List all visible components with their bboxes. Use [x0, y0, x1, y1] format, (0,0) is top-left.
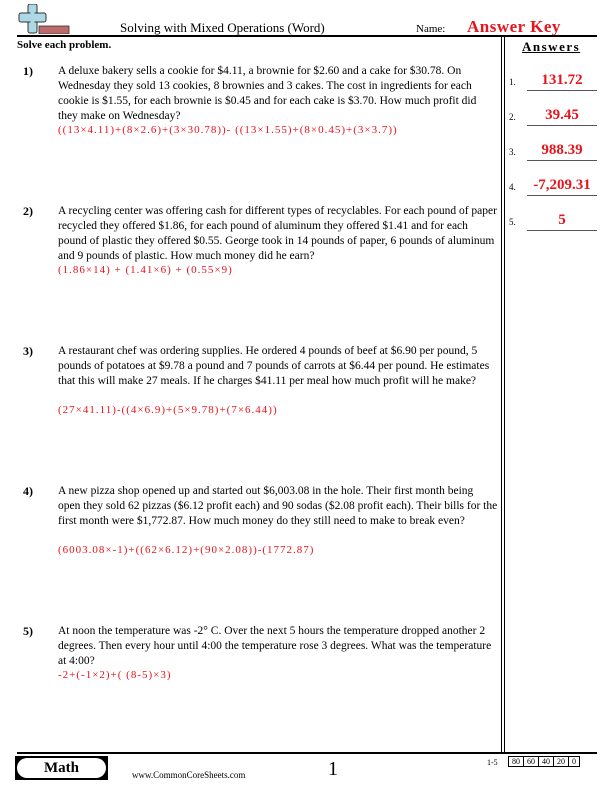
answer-number: 4. — [509, 182, 516, 192]
score-table: 80 60 40 20 0 — [508, 756, 580, 767]
problem-work: (27×41.11)-((4×6.9)+(5×9.78)+(7×6.44)) — [58, 404, 278, 416]
answers-heading: Answers — [522, 39, 581, 54]
answer-line — [527, 124, 597, 126]
answer-row: 4. -7,209.31 — [509, 174, 597, 196]
answer-number: 1. — [509, 77, 516, 87]
subject-label: Math — [17, 758, 106, 778]
footer-divider — [17, 752, 597, 754]
answer-row: 2. 39.45 — [509, 104, 597, 126]
problem-text: A new pizza shop opened up and started o… — [58, 485, 498, 527]
plus-logo-icon — [18, 4, 70, 34]
answer-number: 5. — [509, 217, 516, 227]
subject-badge: Math — [15, 756, 108, 780]
answer-line — [527, 229, 597, 231]
answer-row: 3. 988.39 — [509, 139, 597, 161]
answer-value: 5 — [558, 212, 566, 228]
website-link[interactable]: www.CommonCoreSheets.com — [132, 770, 245, 780]
score-range: 1-5 — [487, 758, 498, 767]
problem-text: A recycling center was offering cash for… — [58, 205, 497, 262]
problem-text: At noon the temperature was -2° C. Over … — [58, 625, 492, 667]
answer-line — [527, 159, 597, 161]
answer-number: 3. — [509, 147, 516, 157]
problem-work: (6003.08×-1)+((62×6.12)+(90×2.08))-(1772… — [58, 544, 315, 556]
answer-row: 5. 5 — [509, 209, 597, 231]
answer-value: 131.72 — [541, 72, 583, 88]
problem-work: -2+(-1×2)+( (8-5)×3) — [58, 669, 172, 681]
name-label: Name: — [416, 23, 446, 35]
answer-line — [527, 194, 597, 196]
answer-value: 39.45 — [545, 107, 579, 123]
score-cell: 80 — [508, 756, 524, 767]
worksheet-title: Solving with Mixed Operations (Word) — [120, 20, 325, 35]
problem-number: 3) — [23, 344, 33, 358]
score-cell: 20 — [553, 756, 569, 767]
instructions: Solve each problem. — [17, 39, 112, 51]
problem-text: A deluxe bakery sells a cookie for $4.11… — [58, 65, 477, 122]
problem-number: 4) — [23, 484, 33, 498]
answer-value: -7,209.31 — [533, 177, 591, 193]
score-cell: 40 — [538, 756, 554, 767]
answer-value: 988.39 — [541, 142, 583, 158]
problem-number: 1) — [23, 64, 33, 78]
problem-text: A restaurant chef was ordering supplies.… — [58, 345, 490, 387]
column-divider — [504, 37, 505, 752]
answer-number: 2. — [509, 112, 516, 122]
answer-key-label: Answer Key — [467, 17, 561, 36]
problem-number: 5) — [23, 624, 33, 638]
answer-line — [527, 89, 597, 91]
header-divider — [17, 35, 597, 37]
score-cell: 0 — [568, 756, 580, 767]
problem-work: ((13×4.11)+(8×2.6)+(3×30.78))- ((13×1.55… — [58, 124, 398, 136]
column-divider — [501, 37, 502, 752]
answer-row: 1. 131.72 — [509, 69, 597, 91]
score-cell: 60 — [523, 756, 539, 767]
problem-work: (1.86×14) + (1.41×6) + (0.55×9) — [58, 264, 233, 276]
page-number: 1 — [328, 758, 338, 780]
problem-number: 2) — [23, 204, 33, 218]
